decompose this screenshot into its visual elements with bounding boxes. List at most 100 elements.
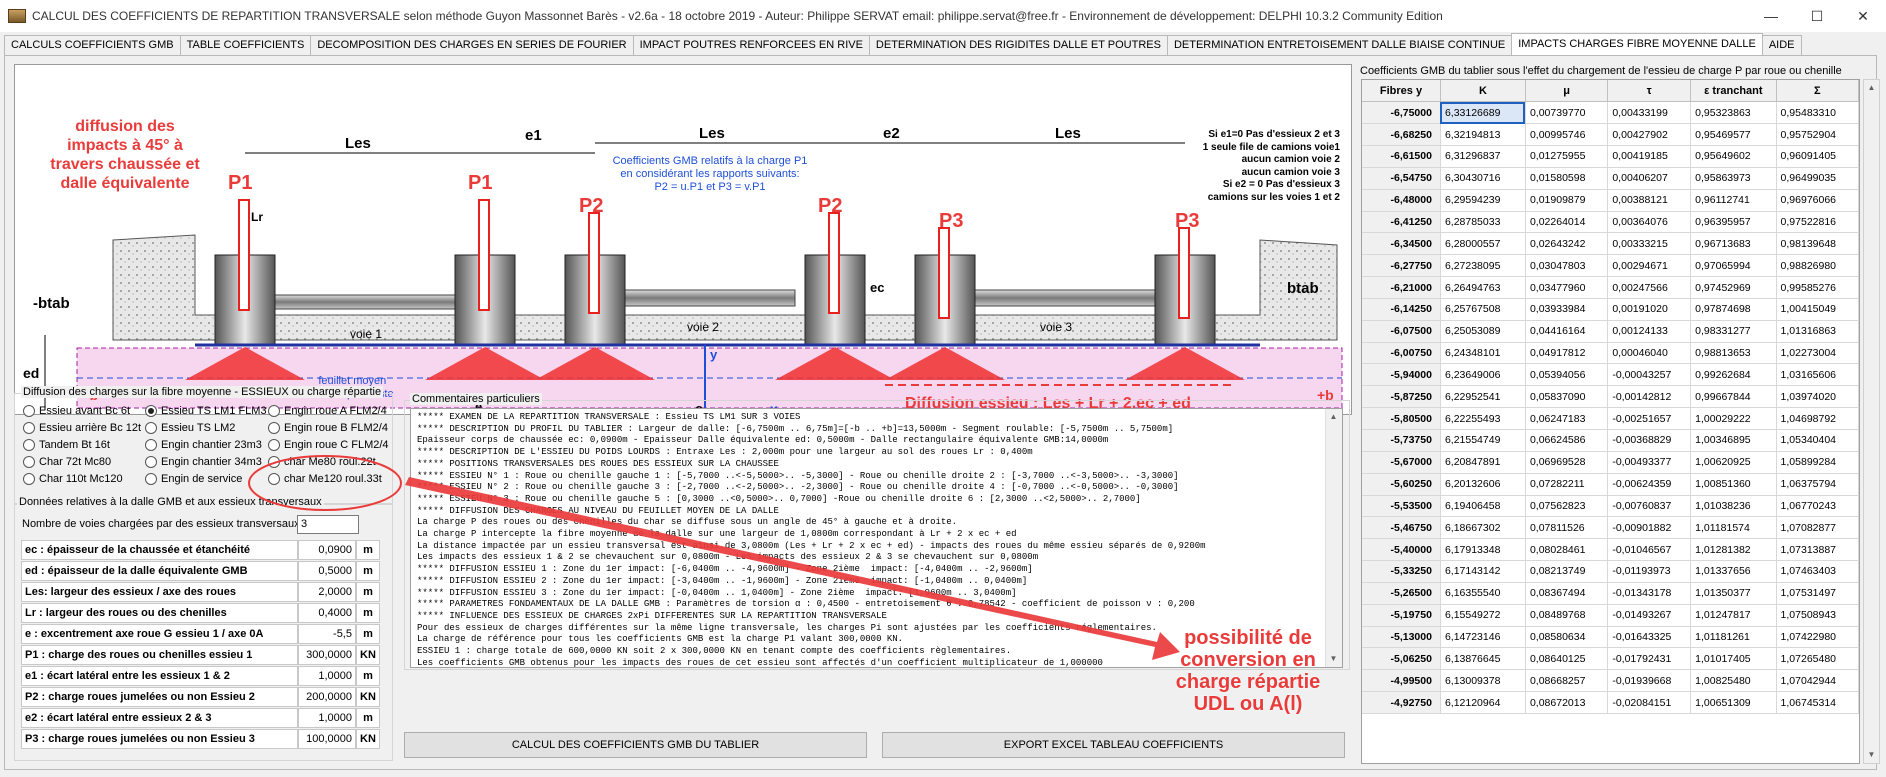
coefficient-cell[interactable]: 0,95323863: [1690, 101, 1777, 125]
calc-coefficients-button[interactable]: CALCUL DES COEFFICIENTS GMB DU TABLIER: [404, 732, 867, 758]
coefficient-cell[interactable]: 6,31296837: [1440, 145, 1526, 168]
coefficient-cell[interactable]: 6,28785033: [1440, 211, 1526, 234]
coefficient-cell[interactable]: 6,28000557: [1440, 232, 1526, 256]
results-grid[interactable]: Fibres yKμτε tranchant Σ -6,75000 6,3312668…: [1361, 79, 1860, 764]
coefficient-cell[interactable]: 0,05394056: [1525, 363, 1609, 387]
fibre-cell[interactable]: -5,67000: [1362, 451, 1441, 474]
coefficient-cell[interactable]: 1,01350377: [1690, 582, 1777, 605]
fibre-cell[interactable]: -6,14250: [1362, 298, 1441, 321]
coefficient-cell[interactable]: 0,00739770: [1525, 101, 1609, 125]
tab-fourier[interactable]: DECOMPOSITION DES CHARGES EN SERIES DE F…: [310, 35, 634, 55]
coefficient-cell[interactable]: 6,20847891: [1440, 451, 1526, 474]
coefficient-cell[interactable]: 0,04416164: [1525, 320, 1609, 343]
coefficient-cell[interactable]: 0,08489768: [1525, 604, 1609, 627]
coefficient-cell[interactable]: 0,00191020: [1607, 298, 1692, 321]
coefficient-cell[interactable]: 6,12120964: [1440, 691, 1526, 714]
coefficient-cell[interactable]: -0,00493377: [1607, 451, 1692, 474]
coefficient-cell[interactable]: 6,13876645: [1440, 647, 1526, 671]
coefficient-cell[interactable]: 6,27238095: [1440, 254, 1526, 278]
coefficient-cell[interactable]: 0,00046040: [1607, 342, 1692, 365]
row-value[interactable]: 0,5000: [298, 561, 356, 581]
coefficient-cell[interactable]: 0,96713683: [1690, 232, 1777, 256]
coefficient-cell[interactable]: 0,96976066: [1776, 189, 1859, 212]
fibre-cell[interactable]: -6,00750: [1362, 342, 1441, 365]
fibre-cell[interactable]: -6,48000: [1362, 189, 1441, 212]
row-value[interactable]: 300,0000: [298, 645, 356, 665]
coefficient-cell[interactable]: 0,06247183: [1525, 407, 1609, 430]
scroll-down-icon[interactable]: ▼: [1864, 747, 1879, 763]
coefficient-cell[interactable]: 0,99585276: [1776, 276, 1859, 299]
coefficient-cell[interactable]: 0,98331277: [1690, 320, 1777, 343]
coefficient-cell[interactable]: 0,07811526: [1525, 516, 1609, 540]
coefficient-cell[interactable]: 1,07531497: [1776, 582, 1859, 605]
row-value[interactable]: 1,0000: [298, 666, 356, 686]
coefficient-cell[interactable]: 0,07282211: [1525, 473, 1609, 496]
coefficient-cell[interactable]: -0,00901882: [1607, 516, 1692, 540]
close-button[interactable]: ✕: [1840, 0, 1886, 32]
coefficient-cell[interactable]: 0,99667844: [1690, 385, 1777, 409]
coefficient-cell[interactable]: 1,00620925: [1690, 451, 1777, 474]
coefficient-cell[interactable]: -0,01939668: [1607, 669, 1692, 693]
radio-engin-service[interactable]: Engin de service: [145, 473, 242, 485]
coefficient-cell[interactable]: 1,01337656: [1690, 560, 1777, 583]
coefficient-cell[interactable]: 0,96112741: [1690, 189, 1777, 212]
coefficient-cell[interactable]: 6,29594239: [1440, 189, 1526, 212]
coefficient-cell[interactable]: 1,00851360: [1690, 473, 1777, 496]
column-header[interactable]: Fibres y: [1362, 80, 1441, 103]
coefficient-cell[interactable]: 0,02643242: [1525, 232, 1609, 256]
coefficient-cell[interactable]: -0,01046567: [1607, 538, 1692, 562]
coefficient-cell[interactable]: 0,08640125: [1525, 647, 1609, 671]
radio-char-110t[interactable]: Char 110t Mc120: [23, 473, 123, 485]
coefficient-cell[interactable]: 1,07313887: [1776, 538, 1859, 562]
fibre-cell[interactable]: -5,94000: [1362, 363, 1441, 387]
fibre-cell[interactable]: -6,34500: [1362, 232, 1441, 256]
coefficient-cell[interactable]: 6,17143142: [1440, 560, 1526, 583]
coefficient-cell[interactable]: 6,21554749: [1440, 429, 1526, 452]
coefficient-cell[interactable]: -0,01643325: [1607, 626, 1692, 649]
coefficient-cell[interactable]: -0,00043257: [1607, 363, 1692, 387]
coefficient-cell[interactable]: 0,01580598: [1525, 167, 1609, 190]
fibre-cell[interactable]: -6,54750: [1362, 167, 1441, 190]
coefficient-cell[interactable]: 0,08580634: [1525, 626, 1609, 649]
coefficient-cell[interactable]: 6,25053089: [1440, 320, 1526, 343]
coefficient-cell[interactable]: 1,01181574: [1690, 516, 1777, 540]
coefficient-cell[interactable]: 1,01038236: [1690, 495, 1777, 518]
coefficient-cell[interactable]: 0,00247566: [1607, 276, 1692, 299]
coefficient-cell[interactable]: 0,00406207: [1607, 167, 1692, 190]
coefficient-cell[interactable]: -0,01792431: [1607, 647, 1692, 671]
column-header[interactable]: Σ: [1776, 80, 1859, 103]
coefficient-cell[interactable]: 6,25767508: [1440, 298, 1526, 321]
fibre-cell[interactable]: -6,41250: [1362, 211, 1441, 234]
coefficient-cell[interactable]: 0,08672013: [1525, 691, 1609, 714]
coefficient-cell[interactable]: -0,00624359: [1607, 473, 1692, 496]
row-value[interactable]: 1,0000: [298, 708, 356, 728]
radio-tandem-bt16t[interactable]: Tandem Bt 16t: [23, 439, 110, 451]
coefficient-cell[interactable]: 0,00333215: [1607, 232, 1692, 256]
fibre-cell[interactable]: -6,21000: [1362, 276, 1441, 299]
coefficient-cell[interactable]: 0,08367494: [1525, 582, 1609, 605]
fibre-cell[interactable]: -6,27750: [1362, 254, 1441, 278]
export-excel-button[interactable]: EXPORT EXCEL TABLEAU COEFFICIENTS: [882, 732, 1345, 758]
coefficient-cell[interactable]: 1,06375794: [1776, 473, 1859, 496]
tab-entretoisement[interactable]: DETERMINATION ENTRETOISEMENT DALLE BIAIS…: [1166, 35, 1513, 55]
coefficient-cell[interactable]: 1,05899284: [1776, 451, 1859, 474]
coefficient-cell[interactable]: 1,07265480: [1776, 647, 1859, 671]
coefficient-cell[interactable]: 0,00433199: [1607, 101, 1692, 125]
coefficient-cell[interactable]: 6,33126689: [1440, 101, 1526, 125]
coefficient-cell[interactable]: 0,95752904: [1776, 123, 1859, 147]
maximize-button[interactable]: ☐: [1794, 0, 1840, 32]
coefficient-cell[interactable]: 0,97452969: [1690, 276, 1777, 299]
fibre-cell[interactable]: -6,68250: [1362, 123, 1441, 147]
fibre-cell[interactable]: -5,13000: [1362, 626, 1441, 649]
coefficient-cell[interactable]: 0,06969528: [1525, 451, 1609, 474]
radio-char-me120[interactable]: char Me120 roul.33t: [268, 473, 382, 485]
coefficient-cell[interactable]: 6,22952541: [1440, 385, 1526, 409]
coefficient-cell[interactable]: -0,00760837: [1607, 495, 1692, 518]
coefficient-cell[interactable]: 6,18667302: [1440, 516, 1526, 540]
fibre-cell[interactable]: -6,07500: [1362, 320, 1441, 343]
coefficient-cell[interactable]: 1,00825480: [1690, 669, 1777, 693]
column-header[interactable]: ε tranchant: [1690, 80, 1777, 103]
coefficient-cell[interactable]: 6,20132606: [1440, 473, 1526, 496]
coefficient-cell[interactable]: 0,95469577: [1690, 123, 1777, 147]
coefficient-cell[interactable]: 6,13009378: [1440, 669, 1526, 693]
